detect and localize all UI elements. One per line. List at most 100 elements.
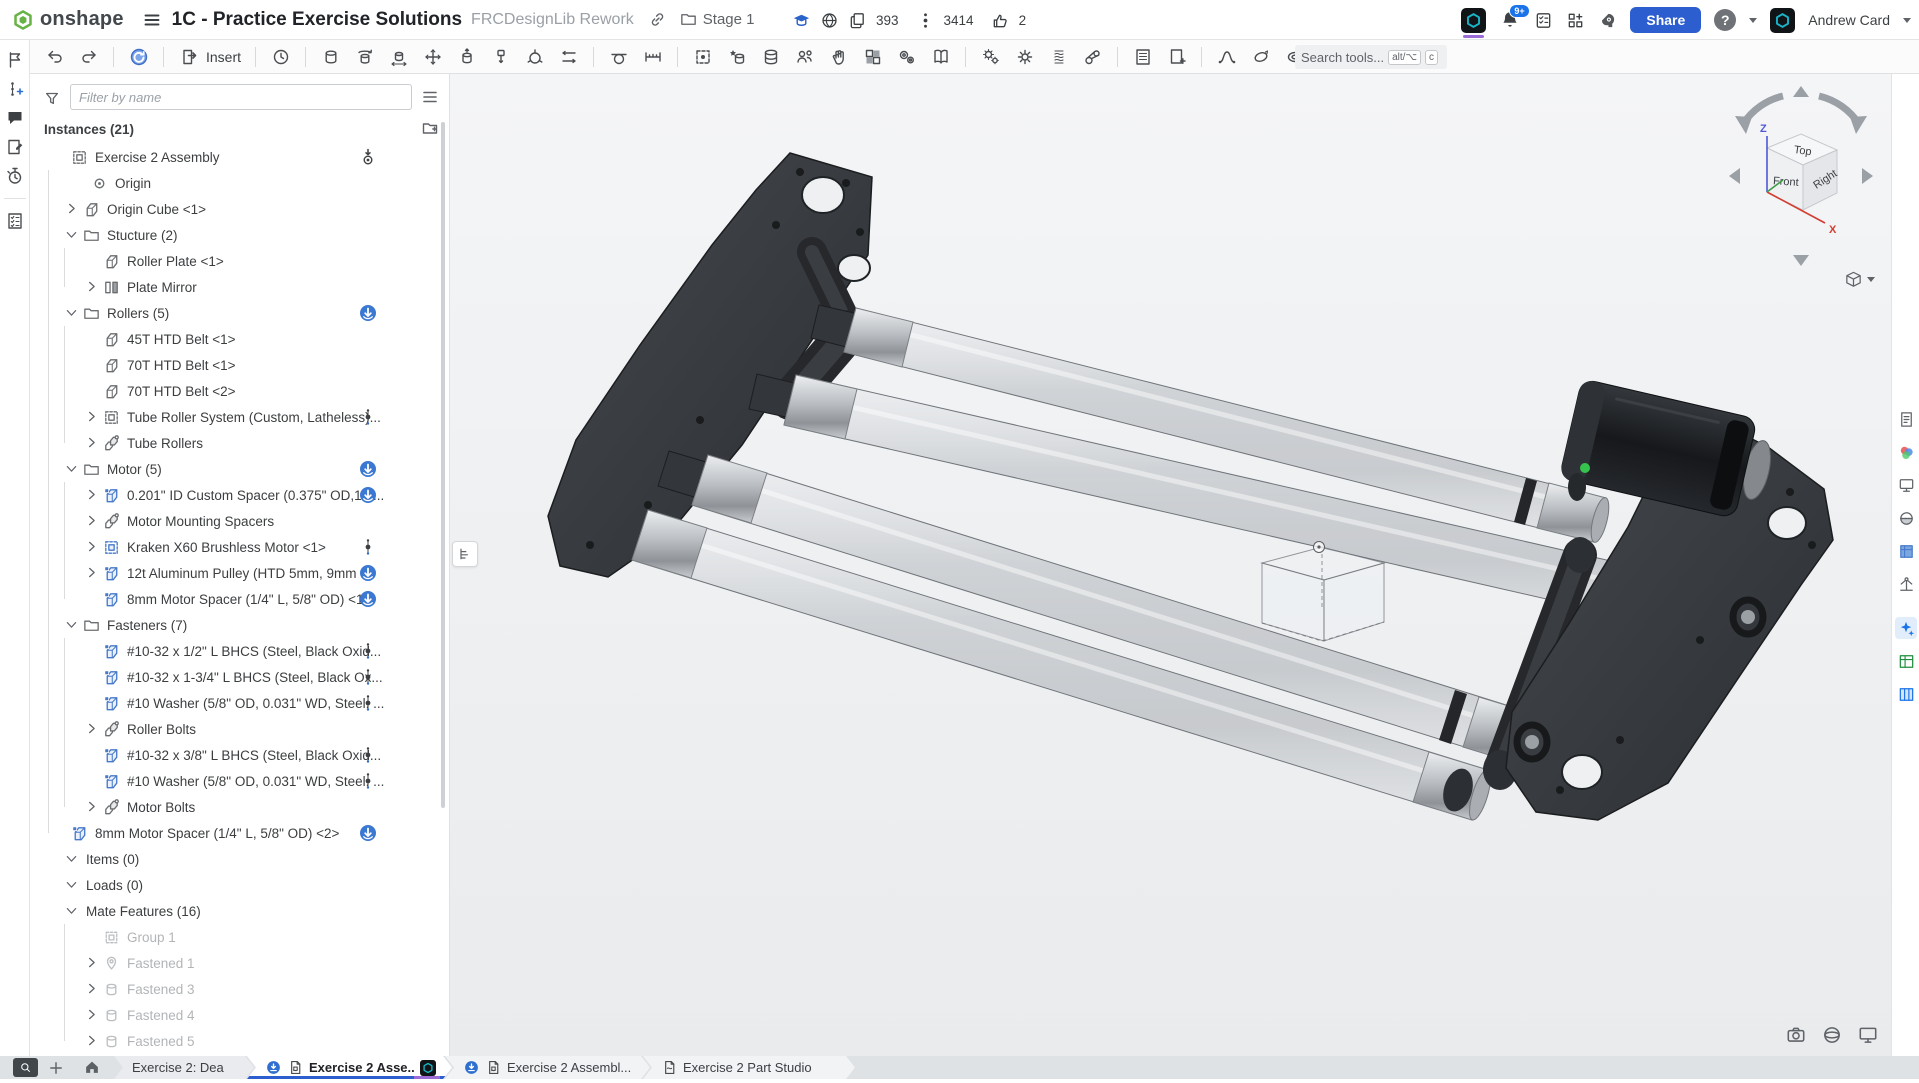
document-tab[interactable]: Exercise 2 Asse... — [247, 1056, 452, 1079]
tree-item[interactable]: 8mm Motor Spacer (1/4" L, 5/8" OD) <2> — [30, 820, 438, 846]
onshape-logo-icon[interactable] — [12, 9, 34, 31]
ball-mate-icon[interactable] — [524, 46, 545, 67]
cylindrical-mate-icon[interactable] — [456, 46, 477, 67]
tree-item[interactable]: Motor Bolts — [30, 794, 438, 820]
planar-mate-icon[interactable] — [422, 46, 443, 67]
comments-icon[interactable] — [5, 108, 25, 128]
standard-content-icon[interactable] — [930, 46, 951, 67]
chevron-down-icon[interactable] — [64, 877, 80, 893]
main-3d-canvas[interactable]: Top Front Right Z X — [450, 74, 1891, 1056]
slider-mate-icon[interactable] — [388, 46, 409, 67]
chevron-right-icon[interactable] — [84, 279, 100, 295]
view-cube-top-label[interactable]: Top — [1793, 144, 1812, 158]
configurations-icon[interactable] — [1014, 46, 1035, 67]
chevron-down-icon[interactable] — [64, 461, 80, 477]
tree-item[interactable]: Mate Features (16) — [30, 898, 438, 924]
home-tab-button[interactable] — [80, 1058, 104, 1078]
tree-item[interactable]: Group 1 — [30, 924, 438, 950]
help-button[interactable]: ? — [1714, 9, 1736, 31]
chevron-right-icon[interactable] — [84, 513, 100, 529]
notes-icon[interactable] — [5, 137, 25, 157]
assembly-structure-icon[interactable] — [5, 50, 25, 70]
tree-item[interactable]: Motor Mounting Spacers — [30, 508, 438, 534]
chevron-down-icon[interactable] — [64, 903, 80, 919]
versions-icon[interactable] — [916, 11, 935, 30]
fastened-mate-icon[interactable] — [320, 46, 341, 67]
chevron-right-icon[interactable] — [84, 435, 100, 451]
tree-item[interactable]: Tube Roller System (Custom, Latheless)..… — [30, 404, 438, 430]
user-avatar[interactable] — [1770, 8, 1795, 33]
chevron-right-icon[interactable] — [84, 721, 100, 737]
chevron-right-icon[interactable] — [84, 981, 100, 997]
tree-item[interactable]: Fastened 5 — [30, 1028, 438, 1054]
panel-scrollbar[interactable] — [441, 122, 445, 808]
spline-relation-icon[interactable] — [1216, 46, 1237, 67]
ai-advisor-icon[interactable] — [1895, 617, 1917, 639]
tree-item[interactable]: Roller Bolts — [30, 716, 438, 742]
tree-item[interactable]: Roller Plate <1> — [30, 248, 438, 274]
chevron-right-icon[interactable] — [84, 955, 100, 971]
chevron-down-icon[interactable] — [64, 617, 80, 633]
display-states-icon[interactable] — [1895, 474, 1917, 496]
tree-item[interactable]: Plate Mirror — [30, 274, 438, 300]
tab-search-button[interactable] — [13, 1058, 38, 1077]
bom-icon[interactable] — [1132, 46, 1153, 67]
redo-icon[interactable] — [78, 46, 99, 67]
properties-panel-icon[interactable] — [1895, 408, 1917, 430]
tree-item[interactable]: Kraken X60 Brushless Motor <1> — [30, 534, 438, 560]
document-tab[interactable]: Exercise 2 Part Studio — [643, 1056, 855, 1079]
pattern-icon[interactable] — [862, 46, 883, 67]
belt-relation-icon[interactable] — [1082, 46, 1103, 67]
section-view-icon[interactable] — [1895, 507, 1917, 529]
material-panel-icon[interactable] — [1895, 540, 1917, 562]
tree-item[interactable]: Exercise 2 Assembly — [30, 144, 438, 170]
chevron-right-icon[interactable] — [64, 201, 80, 217]
revolute-mate-icon[interactable] — [354, 46, 375, 67]
tree-item[interactable]: Items (0) — [30, 846, 438, 872]
manage-instances-icon[interactable] — [760, 46, 781, 67]
tangent-mate-icon[interactable] — [608, 46, 629, 67]
display-settings-icon[interactable] — [1857, 1024, 1879, 1046]
tree-item[interactable]: #10-32 x 1/2" L BHCS (Steel, Black Oxid.… — [30, 638, 438, 664]
ai-assistant-icon[interactable] — [1598, 11, 1617, 30]
sync-view-icon[interactable] — [128, 46, 149, 67]
features-flyout-button[interactable] — [452, 541, 478, 567]
list-view-toggle-icon[interactable] — [420, 87, 442, 109]
rotate-up-arrow[interactable] — [1793, 86, 1809, 97]
history-icon[interactable] — [5, 166, 25, 186]
measure-icon[interactable] — [642, 46, 663, 67]
environment-sphere-icon[interactable] — [1821, 1024, 1843, 1046]
undo-icon[interactable] — [44, 46, 65, 67]
filter-input[interactable] — [70, 84, 412, 110]
snap-mode-icon[interactable] — [828, 46, 849, 67]
tree-item[interactable]: 0.201" ID Custom Spacer (0.375" OD,1.1..… — [30, 482, 438, 508]
link-icon[interactable] — [648, 10, 667, 29]
tree-item[interactable]: Loads (0) — [30, 872, 438, 898]
add-tab-button[interactable] — [46, 1058, 66, 1078]
named-positions-icon[interactable] — [270, 46, 291, 67]
chevron-down-icon[interactable] — [64, 305, 80, 321]
update-badge-icon[interactable] — [358, 823, 378, 843]
breadcrumb-folder[interactable]: Stage 1 — [703, 11, 755, 28]
chevron-right-icon[interactable] — [84, 487, 100, 503]
update-badge-icon[interactable] — [358, 459, 378, 479]
view-cube-front-label[interactable]: Front — [1773, 175, 1799, 189]
apps-grid-icon[interactable] — [1566, 11, 1585, 30]
tree-item[interactable]: Fastened 4 — [30, 1002, 438, 1028]
tree-item[interactable]: Origin Cube <1> — [30, 196, 438, 222]
mass-properties-icon[interactable] — [1895, 573, 1917, 595]
chevron-right-icon[interactable] — [84, 565, 100, 581]
tree-item[interactable]: Rollers (5) — [30, 300, 438, 326]
tree-item[interactable]: 70T HTD Belt <2> — [30, 378, 438, 404]
insert-icon[interactable] — [178, 46, 199, 67]
named-views-icon[interactable] — [726, 46, 747, 67]
chevron-right-icon[interactable] — [84, 409, 100, 425]
replicate-icon[interactable] — [794, 46, 815, 67]
document-tab[interactable]: Exercise 2 Assembl... — [445, 1056, 650, 1079]
user-name[interactable]: Andrew Card — [1808, 12, 1890, 28]
snapshot-camera-icon[interactable] — [1785, 1024, 1807, 1046]
tasks-checklist-icon[interactable] — [1534, 11, 1553, 30]
public-globe-icon[interactable] — [820, 11, 839, 30]
document-tab[interactable]: Exercise 2: Dea — [114, 1056, 254, 1079]
tree-item[interactable]: 45T HTD Belt <1> — [30, 326, 438, 352]
